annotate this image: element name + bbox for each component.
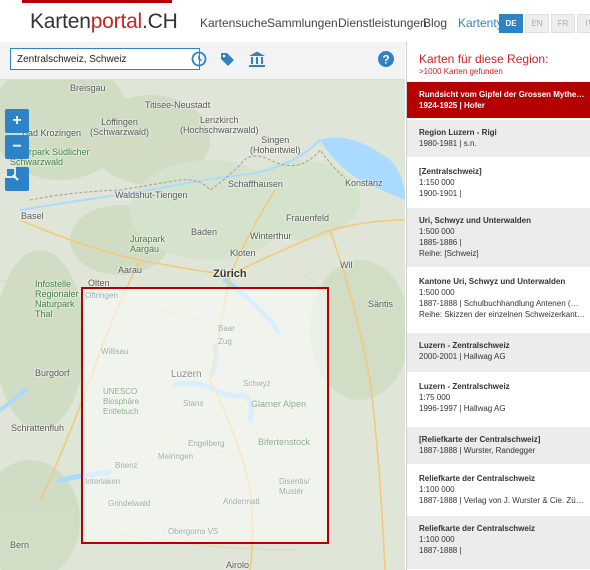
place-basel: Basel [21,211,44,221]
place-titisee: Titisee-Neustadt [145,100,211,110]
zoom-out-button[interactable]: − [5,135,29,159]
zoom-in-button[interactable]: + [5,109,29,133]
map-toolbar: ? [0,42,405,80]
place-breisgau: Breisgau [70,83,106,93]
result-item[interactable]: Luzern - Zentralschweiz 2000-2001 | Hall… [407,333,590,373]
place-infostelle: Infostelle Regionaler Naturpark Thal [35,279,79,319]
place-andermatt: Andermatt [223,497,260,506]
place-schaffhausen: Schaffhausen [228,179,283,189]
site-logo[interactable]: Kartenportal.CH [30,10,178,34]
place-disentis: Disentis/ Mustér [279,477,310,496]
svg-text:?: ? [382,53,389,67]
result-item[interactable]: Reliefkarte der Centralschweiz 1:100 000… [407,516,590,570]
lang-fr[interactable]: FR [551,14,575,33]
place-baden: Baden [191,227,218,237]
place-oftringen: Oftringen [85,291,118,300]
nav-dienstleistungen[interactable]: Dienstleistungen [338,16,427,30]
place-schwyz: Schwyz [243,379,271,388]
panel-title: Karten für diese Region: [419,52,549,66]
region-search-icon [5,167,19,181]
place-bern: Bern [10,540,30,550]
place-obergoms: Obergoms VS [168,527,219,536]
language-switcher: DE EN FR IT [499,14,590,33]
results-count: >1000 Karten gefunden [419,67,503,76]
place-engelberg: Engelberg [188,439,225,448]
place-kloten: Kloten [230,248,256,258]
place-luzern: Luzern [171,369,202,380]
place-airolo: Airolo [226,560,250,570]
place-loffingen: Löffingen (Schwarzwald) [90,117,150,137]
logo-accent-bar [22,0,172,3]
place-aarau: Aarau [118,265,143,275]
place-stans: Stans [183,399,204,408]
institution-icon[interactable] [248,50,266,68]
result-item[interactable]: [Reliefkarte der Centralschweiz] 1887-18… [407,427,590,465]
map-canvas[interactable]: Breisgau Bad Krozingen Titisee-Neustadt … [0,80,405,570]
place-schrattenfluh: Schrattenfluh [11,423,65,433]
place-jurapark: Jurapark Aargau [130,234,166,254]
place-glarner-alpen: Glarner Alpen [251,399,307,409]
place-grindelwald: Grindelwald [108,499,151,508]
clock-icon[interactable] [190,50,208,68]
result-item[interactable]: Luzern - Zentralschweiz 1:75 000 1996-19… [407,374,590,426]
location-search-input[interactable] [10,48,200,70]
result-item[interactable]: Rundsicht vom Gipfel der Grossen Mythe, … [407,82,590,119]
result-item[interactable]: Kantone Uri, Schwyz und Unterwalden 1:50… [407,269,590,332]
result-item[interactable]: Reliefkarte der Centralschweiz 1:100 000… [407,466,590,515]
nav-kartensuche[interactable]: Kartensuche [200,16,267,30]
place-burgdorf: Burgdorf [35,368,70,378]
result-item[interactable]: Region Luzern - Rigi 1980-1981 | s.n. [407,120,590,158]
place-zurich: Zürich [213,268,247,280]
selected-region-box[interactable]: Oftringen Willisau Baar Zug Luzern Schwy… [81,287,329,544]
place-winterthur: Winterthur [250,231,292,241]
place-unesco: UNESCO Biosphäre Entlebuch [103,387,140,416]
place-frauenfeld: Frauenfeld [286,213,330,223]
place-singen: Singen (Hohentwiel) [250,135,301,155]
place-meiringen: Meiringen [158,452,194,461]
help-icon[interactable]: ? [377,50,395,68]
place-zug: Zug [218,337,232,346]
nav-sammlungen[interactable]: Sammlungen [267,16,338,30]
nav-blog[interactable]: Blog [423,16,447,30]
place-waldshut: Waldshut-Tiengen [115,190,188,200]
place-konstanz: Konstanz [345,178,383,188]
place-bifertenstock: Bifertenstock [258,437,311,447]
lang-en[interactable]: EN [525,14,549,33]
place-willisau: Willisau [101,347,129,356]
place-brienz: Brienz [115,461,138,470]
place-lenzkirch: Lenzkirch (Hochschwarzwald) [180,115,259,135]
result-item[interactable]: [Zentralschweiz] 1:150 000 1900-1901 | [407,159,590,207]
place-baar: Baar [218,324,235,333]
site-header: Kartenportal.CH Kartensuche Sammlungen D… [0,0,590,43]
place-wil: Wil [340,260,353,270]
place-bad-krozingen: Bad Krozingen [22,128,82,138]
result-item[interactable]: Uri, Schwyz und Unterwalden 1:500 000 18… [407,208,590,268]
zoom-region-button[interactable] [5,167,29,191]
place-interlaken: Interlaken [85,477,121,486]
results-panel: Karten für diese Region: >1000 Karten ge… [406,42,590,570]
lang-it[interactable]: IT [577,14,590,33]
place-santis: Säntis [368,299,394,309]
tags-icon[interactable] [219,50,237,68]
lang-de[interactable]: DE [499,14,523,33]
